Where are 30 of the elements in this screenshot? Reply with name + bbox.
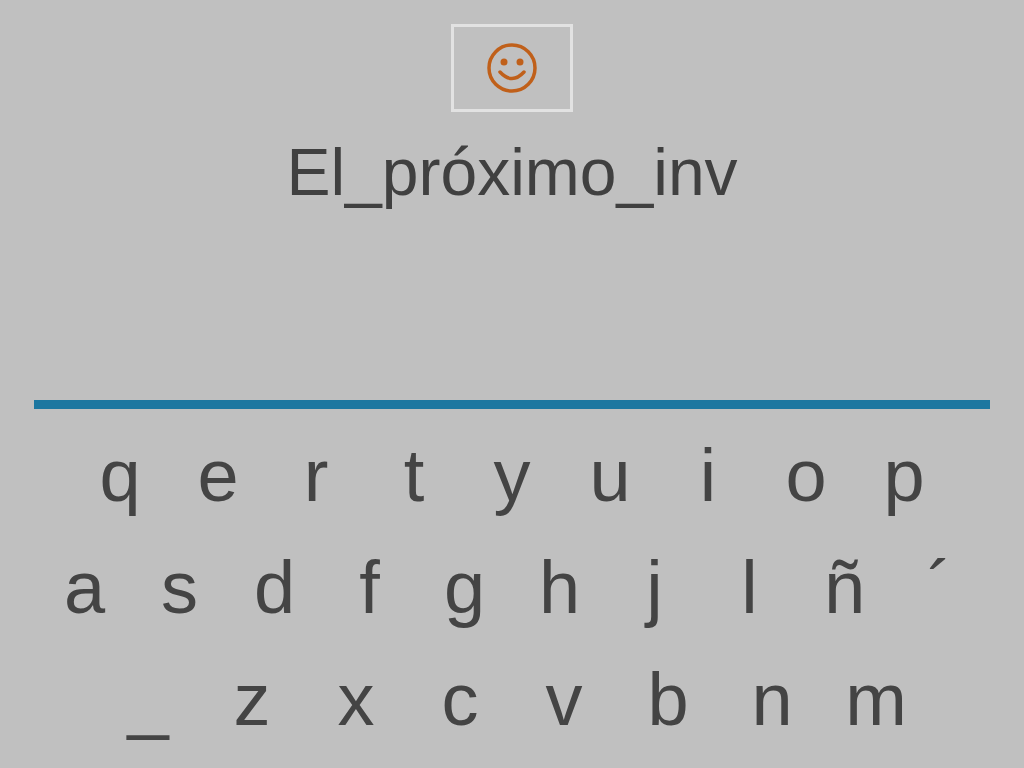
letter-key[interactable]: u bbox=[561, 431, 659, 521]
letter-key[interactable]: t bbox=[365, 431, 463, 521]
hint-button[interactable] bbox=[451, 24, 573, 112]
letter-key[interactable]: c bbox=[408, 655, 512, 745]
letter-key[interactable]: a bbox=[37, 543, 132, 633]
letter-key[interactable]: v bbox=[512, 655, 616, 745]
letter-key[interactable]: f bbox=[322, 543, 417, 633]
letter-key[interactable]: o bbox=[757, 431, 855, 521]
letter-key[interactable]: ñ bbox=[797, 543, 892, 633]
letter-key[interactable]: s bbox=[132, 543, 227, 633]
letter-key[interactable]: i bbox=[659, 431, 757, 521]
letter-key[interactable]: _ bbox=[96, 655, 200, 745]
typed-text: El_próximo_inv bbox=[286, 134, 738, 210]
letter-key[interactable]: ´ bbox=[892, 543, 987, 633]
smiley-icon bbox=[485, 41, 539, 95]
letter-key[interactable]: b bbox=[616, 655, 720, 745]
letter-key[interactable]: n bbox=[720, 655, 824, 745]
letter-key[interactable]: d bbox=[227, 543, 322, 633]
letter-key[interactable]: e bbox=[169, 431, 267, 521]
letter-key[interactable]: g bbox=[417, 543, 512, 633]
letter-key[interactable]: j bbox=[607, 543, 702, 633]
letter-key[interactable]: x bbox=[304, 655, 408, 745]
letter-key[interactable]: z bbox=[200, 655, 304, 745]
letter-key[interactable]: h bbox=[512, 543, 607, 633]
letter-key[interactable]: r bbox=[267, 431, 365, 521]
letter-key[interactable]: q bbox=[71, 431, 169, 521]
letter-key[interactable]: l bbox=[702, 543, 797, 633]
letter-key[interactable]: m bbox=[824, 655, 928, 745]
letter-key[interactable]: p bbox=[855, 431, 953, 521]
letter-key[interactable]: y bbox=[463, 431, 561, 521]
